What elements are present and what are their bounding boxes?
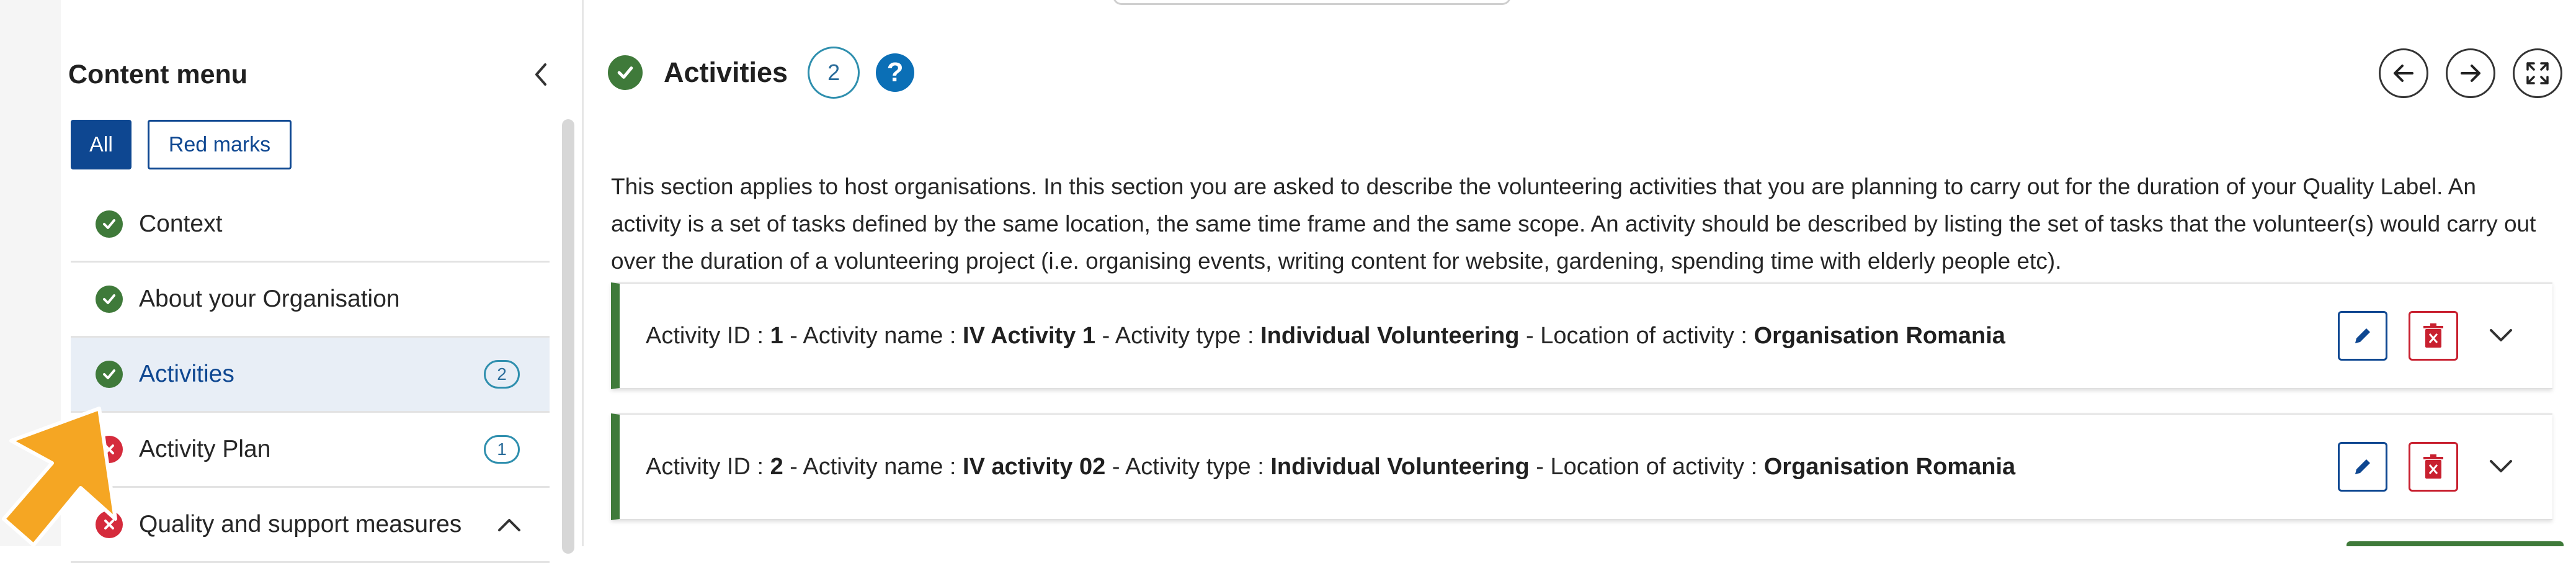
arrow-left-icon (2394, 65, 2413, 82)
menu-item-label: About your Organisation (139, 286, 400, 312)
activities-count-badge: 2 (808, 47, 860, 99)
activity-actions (2338, 311, 2523, 361)
trash-icon (2423, 454, 2443, 479)
check-circle-icon (96, 286, 123, 313)
filter-row: All Red marks (71, 120, 292, 169)
menu-item-label: Quality and support measures (139, 511, 462, 538)
count-badge: 2 (484, 360, 520, 389)
pencil-icon (2355, 459, 2370, 474)
sidebar-title: Content menu (68, 60, 248, 89)
activity-name: IV activity 02 (963, 453, 1106, 480)
check-circle-icon (96, 210, 123, 238)
content-menu-sidebar: Content menu All Red marks Context About… (61, 0, 584, 563)
chevron-down-icon (2490, 460, 2512, 472)
section-description: This section applies to host organisatio… (611, 174, 2536, 274)
activity-row[interactable]: Activity ID : 2 - Activity name : IV act… (611, 413, 2552, 520)
page-title: Activities (664, 56, 788, 88)
menu-item-label: Activities (139, 361, 234, 387)
activity-row[interactable]: Activity ID : 1 - Activity name : IV Act… (611, 282, 2552, 389)
activity-summary: Activity ID : 1 - Activity name : IV Act… (646, 322, 2005, 349)
add-activity-button-edge[interactable] (2346, 541, 2564, 546)
menu-item-activities[interactable]: Activities 2 (71, 338, 550, 413)
help-icon[interactable]: ? (876, 53, 915, 92)
next-section-button[interactable] (2446, 48, 2495, 98)
check-circle-icon (608, 55, 643, 90)
menu-item-about-your-organisation[interactable]: About your Organisation (71, 263, 550, 338)
activity-location: Organisation Romania (1763, 453, 2016, 480)
activity-id: 2 (770, 453, 783, 480)
activity-actions (2338, 442, 2523, 492)
menu-item-context[interactable]: Context (71, 187, 550, 263)
check-circle-icon (96, 361, 123, 388)
edit-activity-button[interactable] (2338, 442, 2387, 492)
activity-type: Individual Volunteering (1260, 322, 1520, 349)
nav-controls (2379, 48, 2562, 98)
expand-icon (2526, 62, 2549, 84)
menu-item-label: Activity Plan (139, 436, 271, 462)
trash-icon (2423, 323, 2443, 348)
edit-activity-button[interactable] (2338, 311, 2387, 361)
delete-activity-button[interactable] (2409, 442, 2458, 492)
activity-summary: Activity ID : 2 - Activity name : IV act… (646, 453, 2016, 480)
count-badge: 1 (484, 435, 520, 464)
fullscreen-button[interactable] (2513, 48, 2562, 98)
sidebar-header: Content menu (68, 57, 558, 92)
filter-all-button[interactable]: All (71, 120, 131, 169)
chevron-up-icon[interactable] (494, 509, 525, 540)
content-menu-list: Context About your Organisation Activiti… (71, 187, 550, 563)
activity-type: Individual Volunteering (1270, 453, 1530, 480)
expand-activity-button[interactable] (2479, 311, 2523, 361)
filter-red-marks-button[interactable]: Red marks (148, 120, 292, 169)
chevron-down-icon (2490, 329, 2512, 341)
activity-id: 1 (770, 322, 783, 349)
activity-location: Organisation Romania (1754, 322, 2005, 349)
menu-item-label: Context (139, 210, 223, 237)
section-header: Activities 2 ? (608, 45, 915, 101)
expand-activity-button[interactable] (2479, 442, 2523, 492)
pencil-icon (2355, 328, 2370, 343)
arrow-right-icon (2461, 65, 2480, 82)
activity-name: IV Activity 1 (963, 322, 1096, 349)
menu-item-quality-and-support-measures[interactable]: Quality and support measures (71, 488, 550, 563)
pointer-arrow-icon (2, 407, 117, 546)
collapse-sidebar-button[interactable] (524, 57, 558, 92)
sidebar-scrollbar[interactable] (562, 119, 574, 554)
delete-activity-button[interactable] (2409, 311, 2458, 361)
menu-item-activity-plan[interactable]: Activity Plan 1 (71, 413, 550, 488)
previous-section-button[interactable] (2379, 48, 2428, 98)
main-content: Activities 2 ? This section applies to h… (583, 0, 2576, 546)
chevron-left-icon (535, 63, 546, 86)
